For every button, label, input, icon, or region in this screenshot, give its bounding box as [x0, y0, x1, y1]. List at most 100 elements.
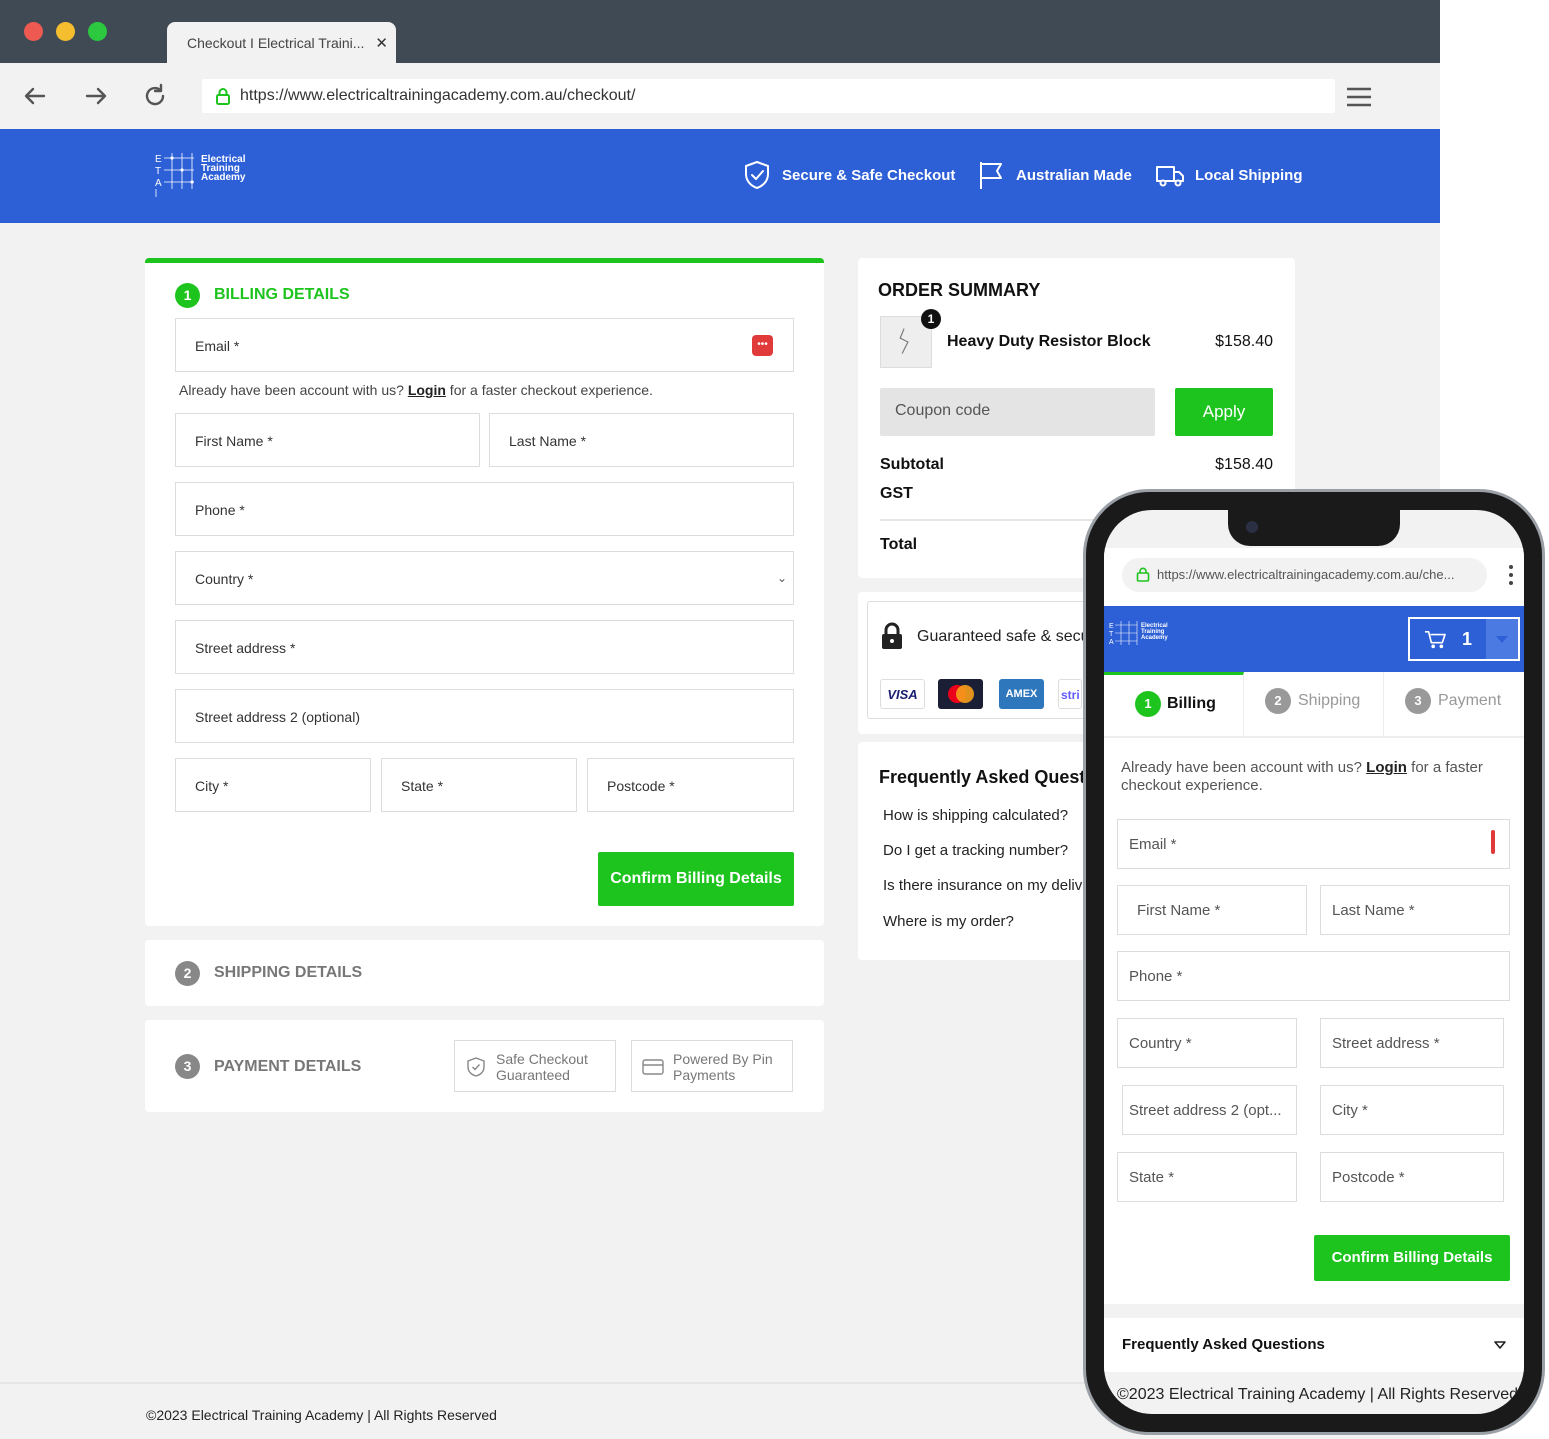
login-hint: Already have been account with us? Login… [179, 382, 653, 398]
step-number: 2 [175, 961, 200, 986]
email-label: Email * [195, 338, 240, 354]
email-field[interactable]: Email * [1117, 819, 1510, 869]
email-label: Email * [1129, 836, 1177, 853]
lock-icon [1136, 567, 1150, 582]
shipping-details-card[interactable]: 2 SHIPPING DETAILS [145, 940, 824, 1006]
svg-text:E: E [1109, 623, 1114, 630]
login-link[interactable]: Login [1366, 759, 1407, 776]
step-label: Payment [1438, 692, 1502, 709]
mobile-url-text: https://www.electricaltrainingacademy.co… [1157, 567, 1455, 582]
product-name: Heavy Duty Resistor Block [947, 333, 1151, 350]
country-label: Country * [195, 571, 254, 587]
postcode-field[interactable]: Postcode * [587, 758, 794, 812]
city-field[interactable]: City * [1320, 1085, 1504, 1135]
svg-text:Academy: Academy [1141, 635, 1168, 641]
hamburger-menu-icon[interactable] [1346, 87, 1372, 107]
window-minimize-button[interactable] [56, 22, 75, 41]
street-address-field[interactable]: Street address * [1320, 1018, 1504, 1068]
logo[interactable]: E T A Electrical Training Academy [1108, 620, 1178, 650]
country-select[interactable]: Country * ⌄ [175, 551, 794, 605]
country-select[interactable]: Country * [1117, 1018, 1297, 1068]
visa-logo: VISA [880, 679, 925, 709]
street-address-field[interactable]: Street address * [175, 620, 794, 674]
payment-details-card[interactable]: 3 PAYMENT DETAILS Safe Checkout Guarante… [145, 1020, 824, 1112]
browser-titlebar: Checkout I Electrical Traini... ✕ [0, 0, 1440, 63]
total-label: Total [880, 536, 918, 553]
flag-icon [980, 162, 1002, 189]
state-field[interactable]: State * [381, 758, 577, 812]
svg-text:Academy: Academy [201, 172, 246, 183]
city-field[interactable]: City * [175, 758, 371, 812]
step-number: 3 [175, 1054, 200, 1079]
mobile-step-tabs: 1 Billing 2 Shipping 3 Payment [1104, 672, 1524, 738]
login-hint: Already have been account with us? Login… [1121, 759, 1483, 794]
password-manager-icon[interactable]: ••• [752, 335, 773, 356]
billing-details-card: 1 BILLING DETAILS Email * ••• Already ha… [145, 258, 824, 926]
order-summary-title: ORDER SUMMARY [878, 280, 1041, 300]
faq-question[interactable]: Do I get a tracking number? [883, 842, 1068, 859]
chevron-down-icon: ⌄ [776, 571, 787, 585]
step-number: 2 [1265, 688, 1291, 714]
browser-tab[interactable]: Checkout I Electrical Traini... ✕ [167, 22, 396, 63]
mobile-billing-form: Already have been account with us? Login… [1104, 738, 1524, 1304]
trust-label: Australian Made [1016, 166, 1132, 184]
phone-field[interactable]: Phone * [1117, 951, 1510, 1001]
mobile-url-field[interactable]: https://www.electricaltrainingacademy.co… [1122, 558, 1487, 592]
step-label: Billing [1167, 695, 1216, 712]
apply-coupon-button[interactable]: Apply [1175, 388, 1273, 436]
mastercard-logo: mastercard [938, 679, 983, 709]
back-arrow-icon[interactable] [20, 81, 50, 111]
first-name-field[interactable]: First Name * [175, 413, 480, 467]
mobile-faq-accordion[interactable]: Frequently Asked Questions [1104, 1318, 1524, 1372]
window-close-button[interactable] [24, 22, 43, 41]
phone-notch [1228, 510, 1400, 546]
faq-title: Frequently Asked Questions [1122, 1336, 1325, 1353]
confirm-billing-button[interactable]: Confirm Billing Details [598, 852, 794, 906]
login-link[interactable]: Login [408, 382, 446, 398]
item-quantity-badge: 1 [921, 309, 941, 329]
state-field[interactable]: State * [1117, 1152, 1297, 1202]
cart-dropdown-toggle[interactable] [1486, 619, 1518, 659]
step-label: Shipping [1298, 692, 1361, 709]
step-number: 1 [1135, 691, 1161, 717]
svg-text:A: A [1109, 639, 1114, 646]
trust-secure-checkout: Secure & Safe Checkout [742, 160, 955, 190]
password-manager-icon[interactable] [1491, 830, 1495, 854]
cart-icon [1425, 631, 1446, 649]
svg-text:T: T [155, 166, 161, 177]
faq-question[interactable]: How is shipping calculated? [883, 807, 1068, 824]
browser-toolbar: https://www.electricaltrainingacademy.co… [0, 63, 1440, 129]
street-address-2-field[interactable]: Street address 2 (opt... [1122, 1085, 1297, 1135]
tab-billing[interactable]: 1 Billing [1104, 672, 1244, 738]
mobile-cart-button[interactable]: 1 [1408, 617, 1520, 661]
url-text: https://www.electricaltrainingacademy.co… [240, 87, 636, 104]
email-field[interactable]: Email * ••• [175, 318, 794, 372]
footer-copyright: ©2023 Electrical Training Academy | All … [146, 1407, 497, 1423]
confirm-billing-button[interactable]: Confirm Billing Details [1314, 1235, 1510, 1281]
street-address-2-field[interactable]: Street address 2 (optional) [175, 689, 794, 743]
coupon-input[interactable]: Coupon code [880, 388, 1155, 436]
first-name-field[interactable]: First Name * [1117, 885, 1307, 935]
phone-field[interactable]: Phone * [175, 482, 794, 536]
lock-icon [216, 88, 230, 105]
more-options-icon[interactable] [1508, 564, 1514, 586]
gst-label: GST [880, 485, 913, 502]
address-bar[interactable]: https://www.electricaltrainingacademy.co… [202, 79, 1335, 113]
reload-icon[interactable] [140, 81, 170, 111]
shield-check-icon [745, 160, 769, 190]
shipping-title: SHIPPING DETAILS [214, 964, 363, 981]
faq-question[interactable]: Where is my order? [883, 913, 1014, 930]
logo[interactable]: E T A Electrical Training Academy [152, 151, 252, 199]
subtotal-label: Subtotal [880, 456, 944, 473]
last-name-field[interactable]: Last Name * [489, 413, 794, 467]
faq-question[interactable]: Is there insurance on my deliv [883, 877, 1082, 894]
camera-icon [1246, 521, 1258, 533]
phone-screen: https://www.electricaltrainingacademy.co… [1104, 510, 1524, 1414]
forward-arrow-icon[interactable] [81, 81, 111, 111]
tab-close-icon[interactable]: ✕ [375, 34, 388, 52]
tab-payment[interactable]: 3 Payment [1384, 672, 1524, 738]
window-maximize-button[interactable] [88, 22, 107, 41]
tab-shipping[interactable]: 2 Shipping [1244, 672, 1384, 738]
last-name-field[interactable]: Last Name * [1320, 885, 1510, 935]
postcode-field[interactable]: Postcode * [1320, 1152, 1504, 1202]
